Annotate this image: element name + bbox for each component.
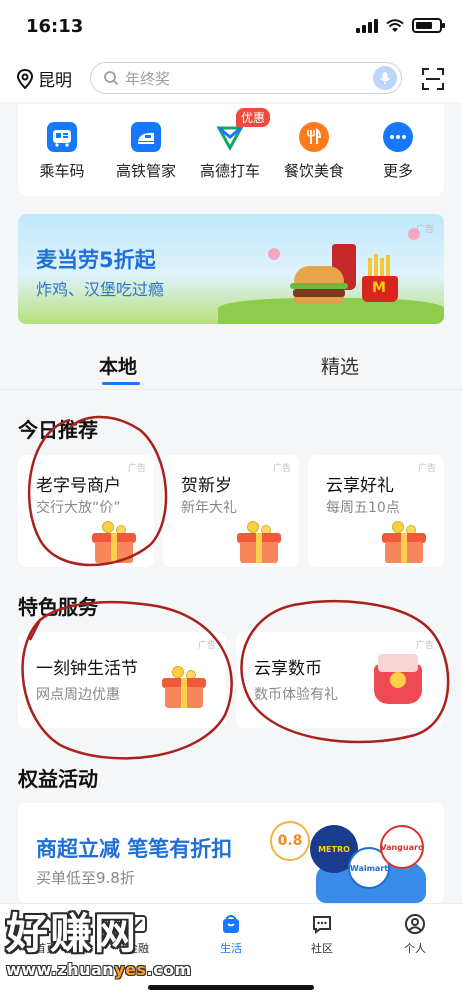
quick-item-label: 乘车码 [39,162,85,180]
ad-label: 广告 [415,641,434,651]
nav-community[interactable]: 社区 [292,912,352,956]
bus-qr-icon [47,122,77,152]
mcdonalds-logo-icon: M [372,280,386,296]
chat-icon [310,912,334,936]
ad-label: 广告 [272,464,291,474]
quick-services: 乘车码 高铁管家 优惠 高德打车 餐饮美食 更多 [18,104,444,196]
shopping-bag-icon [219,912,243,936]
wifi-icon [386,18,404,32]
nav-label: 生活 [220,942,242,955]
tab-featured[interactable]: 精选 [321,352,359,379]
status-icons [356,18,445,33]
location-selector[interactable]: 昆明 [16,66,72,91]
recommend-card-heritage[interactable]: 广告 老字号商户 交行大放“价” [18,455,154,567]
gift-box-icon [92,521,136,563]
more-icon [383,122,413,152]
card-title: 贺新岁 [181,476,232,496]
search-header: 昆明 年终奖 [0,54,462,102]
recommend-card-new-year[interactable]: 广告 贺新岁 新年大礼 [163,455,299,567]
location-label: 昆明 [38,71,72,91]
watermark-url: www.zhuanyes.com [6,960,192,979]
scan-icon[interactable] [422,68,444,90]
quick-item-dining[interactable]: 餐饮美食 [272,122,356,181]
nav-label: 社区 [311,942,333,955]
card-title: 云享数币 [254,659,322,679]
search-input[interactable]: 年终奖 [90,62,402,94]
quick-item-label: 高德打车 [199,162,260,180]
content-tabs: 本地 精选 [0,338,462,392]
flower-decoration [268,248,280,260]
card-subtitle: 网点周边优惠 [36,687,120,703]
section-title-services: 特色服务 [18,595,98,619]
card-title: 老字号商户 [36,476,121,496]
gift-box-icon [162,666,206,708]
burger-image [290,266,348,304]
tab-divider [0,389,462,390]
banner-subtitle: 炸鸡、汉堡吃过瘾 [36,280,165,299]
nav-label: 个人 [404,942,426,955]
red-envelope-icon [374,654,422,704]
ad-label: 广告 [197,641,216,651]
tab-local[interactable]: 本地 [99,352,137,379]
section-title-recommend: 今日推荐 [18,418,98,442]
watermark: 好赚网 www.zhuanyes.com [6,900,206,990]
battery-icon [412,18,445,33]
card-title: 云享好礼 [326,476,394,496]
status-time: 16:13 [26,16,84,37]
discount-badge-icon: 0.8 [270,821,310,861]
quick-item-more[interactable]: 更多 [356,122,440,181]
card-subtitle: 交行大放“价” [36,500,121,516]
voice-search-button[interactable] [373,66,397,90]
nav-profile[interactable]: 个人 [385,912,445,956]
vanguard-logo: Vanguard [380,825,424,869]
card-subtitle: 数币体验有礼 [254,687,338,703]
banner-title: 麦当劳5折起 [36,248,156,272]
gift-box-icon [237,521,281,563]
card-title: 一刻钟生活节 [36,659,138,679]
status-bar: 16:13 [0,0,462,54]
service-card-life-festival[interactable]: 广告 一刻钟生活节 网点周边优惠 [18,632,226,728]
active-tab-indicator [102,382,140,385]
search-placeholder: 年终奖 [125,69,171,88]
ad-label: 广告 [417,464,436,474]
section-title-benefits: 权益活动 [18,767,98,791]
card-subtitle: 买单低至9.8折 [36,869,135,887]
quick-item-ride-code[interactable]: 乘车码 [20,122,104,181]
quick-item-label: 更多 [382,162,413,180]
signal-icon [356,18,378,33]
quick-item-rail[interactable]: 高铁管家 [104,122,188,181]
service-card-digital-currency[interactable]: 广告 云享数币 数币体验有礼 [236,632,444,728]
recommend-card-cloud-gift[interactable]: 广告 云享好礼 每周五10点 [308,455,444,567]
quick-item-label: 餐饮美食 [283,162,344,180]
quick-item-label: 高铁管家 [115,162,176,180]
nav-life[interactable]: 生活 [201,912,261,956]
card-subtitle: 新年大礼 [181,500,237,516]
ad-label: 广告 [127,464,146,474]
user-icon [403,912,427,936]
train-icon [131,122,161,152]
card-subtitle: 每周五10点 [326,500,400,516]
quick-item-taxi[interactable]: 优惠 高德打车 [188,108,272,181]
promo-badge: 优惠 [236,108,271,127]
watermark-text: 好赚网 [6,909,139,958]
mcdonalds-banner[interactable]: 麦当劳5折起 炸鸡、汉堡吃过瘾 广告 M [18,214,444,324]
flower-decoration [408,228,420,240]
benefit-card-supermarket[interactable]: 商超立减 笔笔有折扣 买单低至9.8折 0.8 METRO Walmart Va… [18,803,444,903]
microphone-icon [379,72,391,84]
gift-box-icon [382,521,426,563]
dining-icon [299,122,329,152]
card-title: 商超立减 笔笔有折扣 [36,837,233,861]
fries-image: M [362,254,398,302]
search-icon [104,71,119,86]
location-pin-icon [16,68,34,89]
